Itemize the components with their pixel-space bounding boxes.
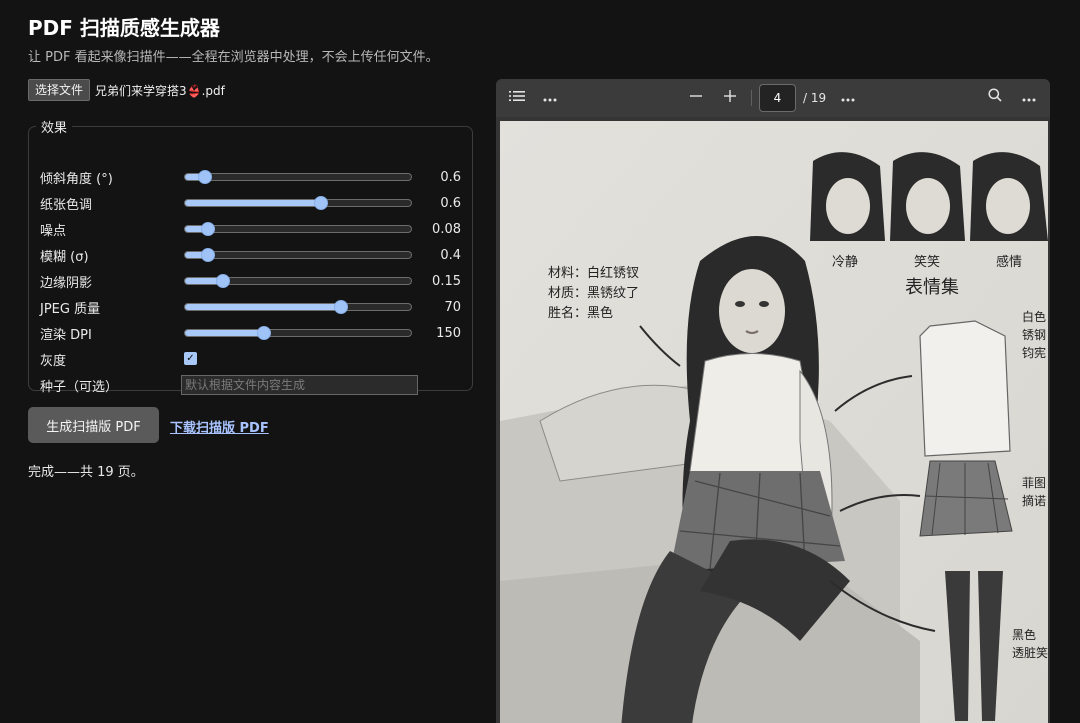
slider-label: 倾斜角度 (°) xyxy=(40,171,113,187)
slider-value: 0.4 xyxy=(440,247,461,263)
slider-label: 纸张色调 xyxy=(40,197,93,213)
slider-label: 渲染 DPI xyxy=(40,327,92,343)
blur-slider[interactable] xyxy=(184,248,412,262)
status-text: 完成——共 19 页。 xyxy=(28,465,144,480)
selected-file-name: 兄弟们来学穿搭3👙.pdf xyxy=(95,83,225,98)
pdf-page: 材料：白红锈钗 材质：黑锈纹了 胜名：黑色 冷静 笑笑 感情 表情集 白色 锈钢… xyxy=(500,121,1048,723)
menu-icon[interactable] xyxy=(1019,88,1039,108)
slider-row-blur: 模糊 (σ) 0.4 xyxy=(40,245,465,265)
faces-title: 表情集 xyxy=(905,277,959,298)
search-icon[interactable] xyxy=(986,88,1004,108)
slider-row-noise: 噪点 0.08 xyxy=(40,219,465,239)
seed-input[interactable] xyxy=(181,375,418,395)
note-material: 材料：白红锈钗 xyxy=(548,265,639,281)
toolbar-divider xyxy=(751,90,752,106)
fashion-illustration: 材料：白红锈钗 材质：黑锈纹了 胜名：黑色 冷静 笑笑 感情 表情集 白色 锈钢… xyxy=(500,121,1048,723)
seed-label: 种子（可选） xyxy=(40,379,119,395)
page-number-input[interactable]: 4 xyxy=(759,84,796,112)
skirt-note-2: 摘诺 xyxy=(1022,493,1046,508)
slider-row-jpeg-quality: JPEG 质量 70 xyxy=(40,297,465,317)
grayscale-label: 灰度 xyxy=(40,353,67,369)
page-total: / 19 xyxy=(803,91,827,105)
slider-label: 噪点 xyxy=(40,223,67,239)
edge-shadow-slider[interactable] xyxy=(184,274,412,288)
slider-label: 模糊 (σ) xyxy=(40,249,89,265)
outline-icon[interactable] xyxy=(508,88,526,108)
grayscale-checkbox[interactable]: ✓ xyxy=(184,352,197,365)
file-picker: 选择文件 兄弟们来学穿搭3👙.pdf xyxy=(28,79,225,101)
slider-value: 0.08 xyxy=(432,221,461,237)
face-label-3: 感情 xyxy=(996,254,1022,270)
tilt-slider[interactable] xyxy=(184,170,412,184)
note-name: 胜名：黑色 xyxy=(548,305,613,321)
slider-row-tilt: 倾斜角度 (°) 0.6 xyxy=(40,167,465,187)
paper-tone-slider[interactable] xyxy=(184,196,412,210)
face-label-1: 冷静 xyxy=(832,255,858,270)
jpeg-quality-slider[interactable] xyxy=(184,300,412,314)
slider-value: 0.15 xyxy=(432,273,461,289)
zoom-in-icon[interactable] xyxy=(722,88,738,108)
pdf-viewer: 4 / 19 材料：白红锈钗 材质：黑锈纹了 胜名：黑色 冷静 笑笑 感情 表情… xyxy=(496,79,1050,723)
shirt-note-1: 白色 xyxy=(1022,309,1046,324)
slider-thumb[interactable] xyxy=(313,196,328,210)
page-subtitle: 让 PDF 看起来像扫描件——全程在浏览器中处理，不会上传任何文件。 xyxy=(28,50,439,65)
stockings-note-2: 透脏笑 xyxy=(1012,645,1048,660)
slider-label: 边缘阴影 xyxy=(40,275,93,291)
slider-thumb[interactable] xyxy=(216,274,231,288)
slider-row-edge-shadow: 边缘阴影 0.15 xyxy=(40,271,465,291)
shirt-note-3: 钧宪 xyxy=(1022,345,1046,360)
grayscale-row: 灰度 ✓ xyxy=(40,349,465,369)
shirt-note-2: 锈钢 xyxy=(1022,328,1046,342)
stockings-note-1: 黑色 xyxy=(1012,628,1036,642)
slider-row-paper-tone: 纸张色调 0.6 xyxy=(40,193,465,213)
choose-file-button[interactable]: 选择文件 xyxy=(28,79,91,101)
face-label-2: 笑笑 xyxy=(914,254,940,270)
slider-value: 150 xyxy=(436,325,461,341)
more-options-icon[interactable] xyxy=(838,88,858,108)
skirt-note-1: 菲图 xyxy=(1022,476,1046,490)
noise-slider[interactable] xyxy=(184,222,412,236)
slider-thumb[interactable] xyxy=(198,170,213,184)
more-icon[interactable] xyxy=(540,88,560,108)
effects-legend: 效果 xyxy=(41,121,68,136)
seed-row: 种子（可选） xyxy=(40,375,465,395)
download-link[interactable]: 下载扫描版 PDF xyxy=(170,417,269,436)
viewer-toolbar: 4 / 19 xyxy=(496,79,1050,117)
page-title: PDF 扫描质感生成器 xyxy=(28,16,220,40)
zoom-out-icon[interactable] xyxy=(688,88,704,108)
slider-thumb[interactable] xyxy=(200,248,215,262)
slider-label: JPEG 质量 xyxy=(40,301,101,317)
slider-thumb[interactable] xyxy=(200,222,215,236)
slider-value: 0.6 xyxy=(440,169,461,185)
slider-thumb[interactable] xyxy=(333,300,348,314)
effects-panel: 效果 倾斜角度 (°) 0.6 纸张色调 0.6 噪点 0.08 模糊 (σ) … xyxy=(28,117,473,395)
generate-button[interactable]: 生成扫描版 PDF xyxy=(28,407,159,443)
slider-value: 0.6 xyxy=(440,195,461,211)
slider-value: 70 xyxy=(444,299,461,315)
slider-thumb[interactable] xyxy=(257,326,272,340)
slider-row-render-dpi: 渲染 DPI 150 xyxy=(40,323,465,343)
note-texture: 材质：黑锈纹了 xyxy=(548,286,639,301)
render-dpi-slider[interactable] xyxy=(184,326,412,340)
